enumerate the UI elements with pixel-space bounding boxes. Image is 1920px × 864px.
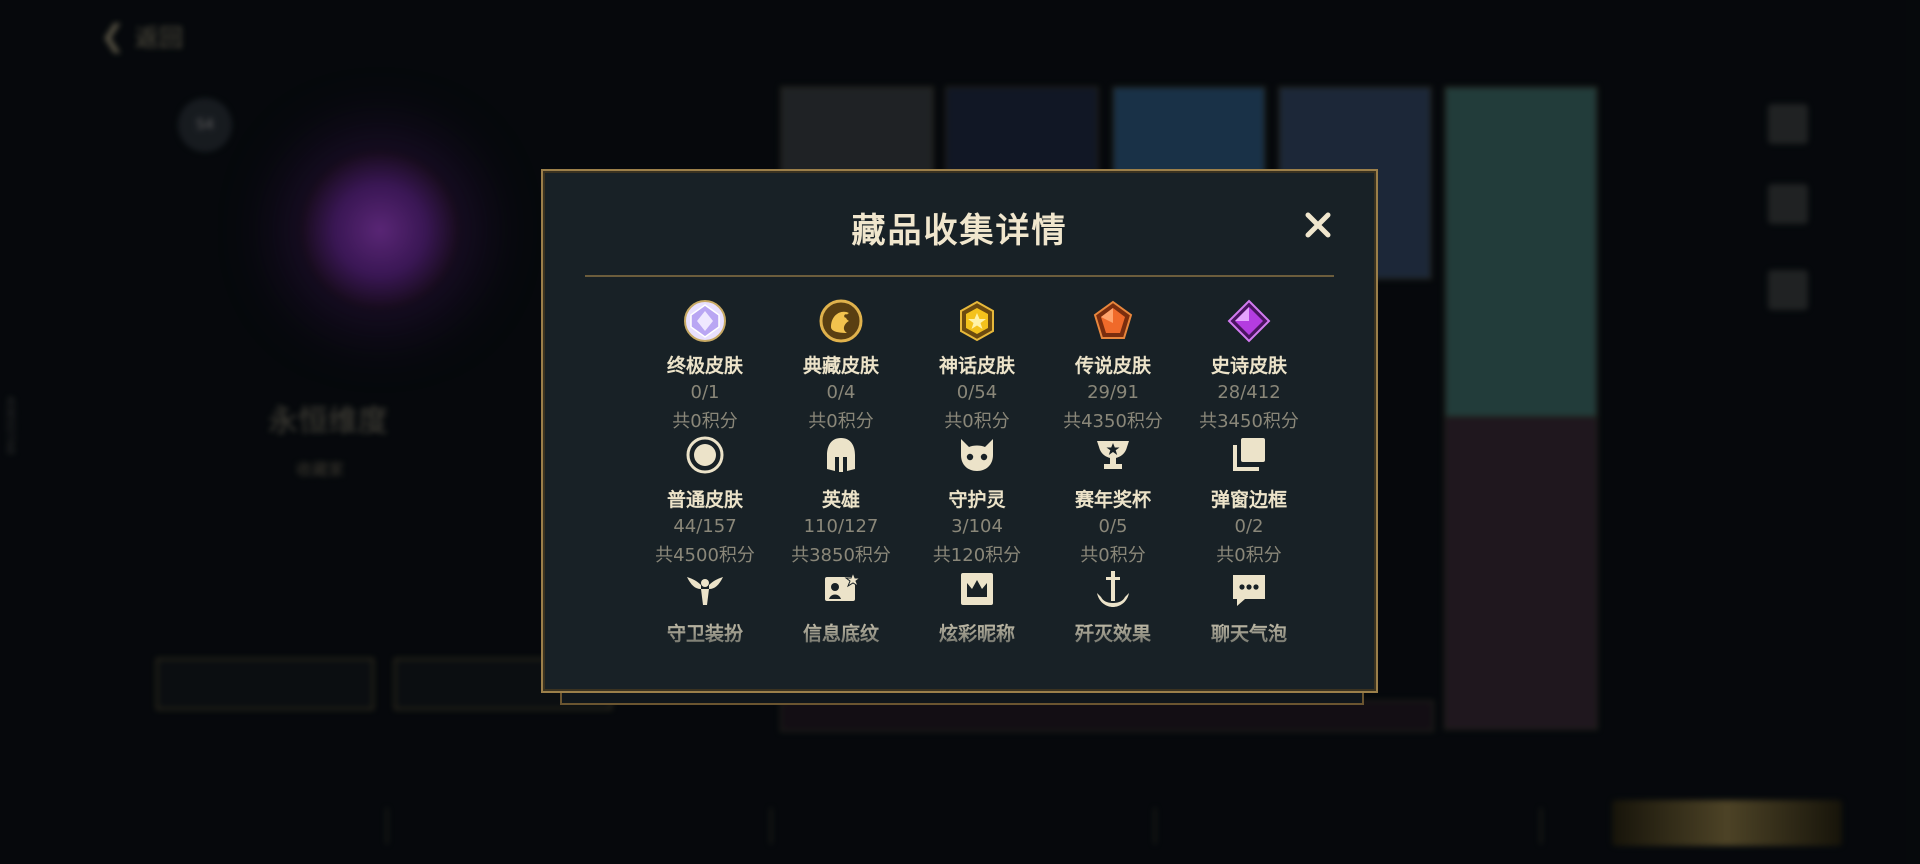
collection-item-prestige-skin[interactable]: 典藏皮肤 0/4 共0积分 (773, 299, 909, 433)
item-label: 聊天气泡 (1210, 623, 1287, 645)
item-points: 共4500积分 (655, 545, 755, 566)
collection-item-guardian-outfit[interactable]: 守卫装扮 (637, 567, 773, 646)
item-label: 传说皮肤 (1074, 355, 1151, 377)
item-label: 弹窗边框 (1210, 489, 1287, 511)
collection-item-popup-frame[interactable]: 弹窗边框 0/2 共0积分 (1181, 433, 1317, 567)
regular-skin-circle-icon (686, 436, 724, 474)
collection-details-dialog: 藏品收集详情 终极皮肤 0/1 共0积分 典藏皮肤 0/4 共0积分 神话皮肤 … (541, 169, 1378, 693)
collection-item-regular-skin[interactable]: 普通皮肤 44/157 共4500积分 (637, 433, 773, 567)
item-count: 0/1 (690, 382, 720, 403)
collection-item-mythic-skin[interactable]: 神话皮肤 0/54 共0积分 (909, 299, 1045, 433)
item-count: 29/91 (1087, 382, 1139, 403)
crown-nickname-icon (961, 573, 993, 605)
item-points: 共0积分 (672, 411, 738, 432)
item-label: 终极皮肤 (666, 355, 743, 377)
dialog-title: 藏品收集详情 (851, 211, 1068, 251)
item-count: 28/412 (1217, 382, 1281, 403)
guardian-wings-icon (687, 577, 723, 605)
champion-helmet-icon (827, 438, 855, 472)
item-points: 共120积分 (932, 545, 1022, 566)
profile-pattern-icon (825, 571, 862, 601)
collection-item-ultimate-skin[interactable]: 终极皮肤 0/1 共0积分 (637, 299, 773, 433)
collection-item-champion[interactable]: 英雄 110/127 共3850积分 (773, 433, 909, 567)
collection-grid: 终极皮肤 0/1 共0积分 典藏皮肤 0/4 共0积分 神话皮肤 0/54 共0… (637, 299, 1317, 659)
item-label: 信息底纹 (802, 623, 879, 645)
item-label: 英雄 (821, 489, 860, 511)
item-label: 守卫装扮 (666, 623, 743, 645)
season-trophy-icon (1097, 441, 1129, 469)
item-label: 神话皮肤 (938, 355, 1015, 377)
item-points: 共0积分 (1080, 545, 1146, 566)
modal-shadow (560, 693, 1364, 705)
item-count: 44/157 (673, 516, 737, 537)
item-count: 0/5 (1098, 516, 1128, 537)
popup-frame-stack-icon (1233, 438, 1265, 471)
item-points: 共0积分 (1216, 545, 1282, 566)
item-label: 赛年奖杯 (1074, 489, 1151, 511)
item-points: 共3450积分 (1199, 411, 1299, 432)
item-points: 共0积分 (808, 411, 874, 432)
mythic-skin-gem-icon (960, 300, 994, 342)
item-label: 炫彩昵称 (938, 623, 1015, 645)
prestige-skin-dragon-icon (819, 299, 863, 343)
collection-item-colorful-nickname[interactable]: 炫彩昵称 (909, 567, 1045, 646)
close-icon (1305, 212, 1331, 238)
item-count: 0/2 (1234, 516, 1264, 537)
anchor-effect-icon (1097, 571, 1129, 607)
collection-item-little-legend[interactable]: 守护灵 3/104 共120积分 (909, 433, 1045, 567)
title-divider (585, 275, 1334, 277)
item-count: 110/127 (803, 516, 879, 537)
collection-item-elimination-effect[interactable]: 歼灭效果 (1045, 567, 1181, 646)
legendary-skin-gem-icon (1093, 300, 1133, 339)
ultimate-skin-gem-icon (684, 300, 726, 342)
collection-item-profile-pattern[interactable]: 信息底纹 (773, 567, 909, 646)
chat-bubble-icon (1233, 575, 1265, 606)
item-label: 史诗皮肤 (1210, 355, 1287, 377)
item-label: 典藏皮肤 (802, 355, 879, 377)
item-points: 共4350积分 (1063, 411, 1163, 432)
item-count: 3/104 (951, 516, 1003, 537)
collection-item-legendary-skin[interactable]: 传说皮肤 29/91 共4350积分 (1045, 299, 1181, 433)
item-count: 0/4 (826, 382, 856, 403)
item-points: 共3850积分 (791, 545, 891, 566)
item-label: 歼灭效果 (1074, 623, 1151, 645)
little-legend-face-icon (961, 439, 993, 471)
collection-item-epic-skin[interactable]: 史诗皮肤 28/412 共3450积分 (1181, 299, 1317, 433)
collection-item-chat-bubble[interactable]: 聊天气泡 (1181, 567, 1317, 646)
item-label: 守护灵 (948, 489, 1006, 511)
close-button[interactable] (1300, 207, 1336, 243)
item-points: 共0积分 (944, 411, 1010, 432)
collection-item-season-trophy[interactable]: 赛年奖杯 0/5 共0积分 (1045, 433, 1181, 567)
item-label: 普通皮肤 (666, 489, 743, 511)
epic-skin-gem-icon (1227, 299, 1271, 343)
item-count: 0/54 (956, 382, 998, 403)
